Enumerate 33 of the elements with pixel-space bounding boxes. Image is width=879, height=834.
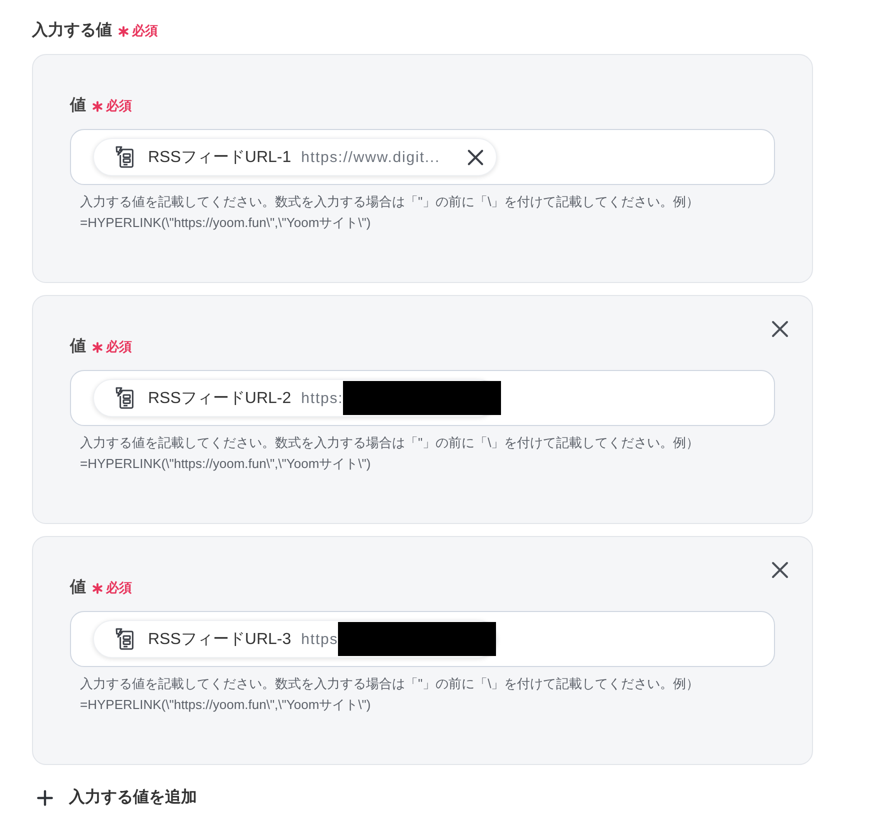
field-label: 入力する値 (32, 20, 112, 41)
document-icon (115, 628, 135, 650)
document-icon (115, 146, 135, 168)
field-label: 値 (70, 578, 86, 598)
required-label: 必須 (106, 579, 132, 597)
field-label: 値 (70, 96, 86, 116)
variable-chip[interactable]: RSSフィードURL-1 https://www.digit... (93, 138, 497, 176)
add-value-button[interactable]: 入力する値を追加 (32, 786, 197, 810)
chip-label: RSSフィードURL-3 (148, 630, 292, 650)
input-field[interactable]: RSSフィードURL-3 https (70, 611, 775, 667)
chip-value: https://www.digit... (301, 148, 440, 166)
field-label: 値 (70, 336, 86, 357)
chip-value: https (301, 630, 338, 648)
remove-button[interactable] (771, 561, 789, 579)
remove-button[interactable] (771, 320, 789, 338)
close-icon (771, 320, 789, 338)
close-icon (771, 561, 789, 579)
help-text: 入力する値を記載してください。数式を入力する場合は「"」の前に「\」を付けて記載してください。例） =HYPERLINK(\"https://yoom.fun\",\"Yoomサイト\") (79, 675, 700, 714)
document-icon (115, 387, 135, 409)
required-label: 必須 (106, 338, 132, 356)
required-label: 必須 (132, 22, 158, 40)
input-field[interactable]: RSSフィードURL-1 https://www.digit... (70, 129, 775, 185)
variable-chip[interactable]: RSSフィードURL-3 https (93, 620, 497, 658)
clear-button[interactable] (467, 148, 484, 166)
chip-label: RSSフィードURL-1 (148, 148, 292, 168)
input-field[interactable]: RSSフィードURL-2 https: (70, 370, 775, 426)
chip-value: https: (301, 390, 344, 406)
plus-icon (37, 790, 53, 806)
help-text: 入力する値を記載してください。数式を入力する場合は「"」の前に「\」を付けて記載してください。例） =HYPERLINK(\"https://yoom.fun\",\"Yoomサイト\") (79, 193, 700, 232)
chip-label: RSSフィードURL-2 (148, 388, 292, 408)
close-icon (467, 148, 484, 166)
help-text: 入力する値を記載してください。数式を入力する場合は「"」の前に「\」を付けて記載してください。例） =HYPERLINK(\"https://yoom.fun\",\"Yoomサイト\") (79, 434, 700, 473)
required-label: 必須 (106, 97, 132, 115)
